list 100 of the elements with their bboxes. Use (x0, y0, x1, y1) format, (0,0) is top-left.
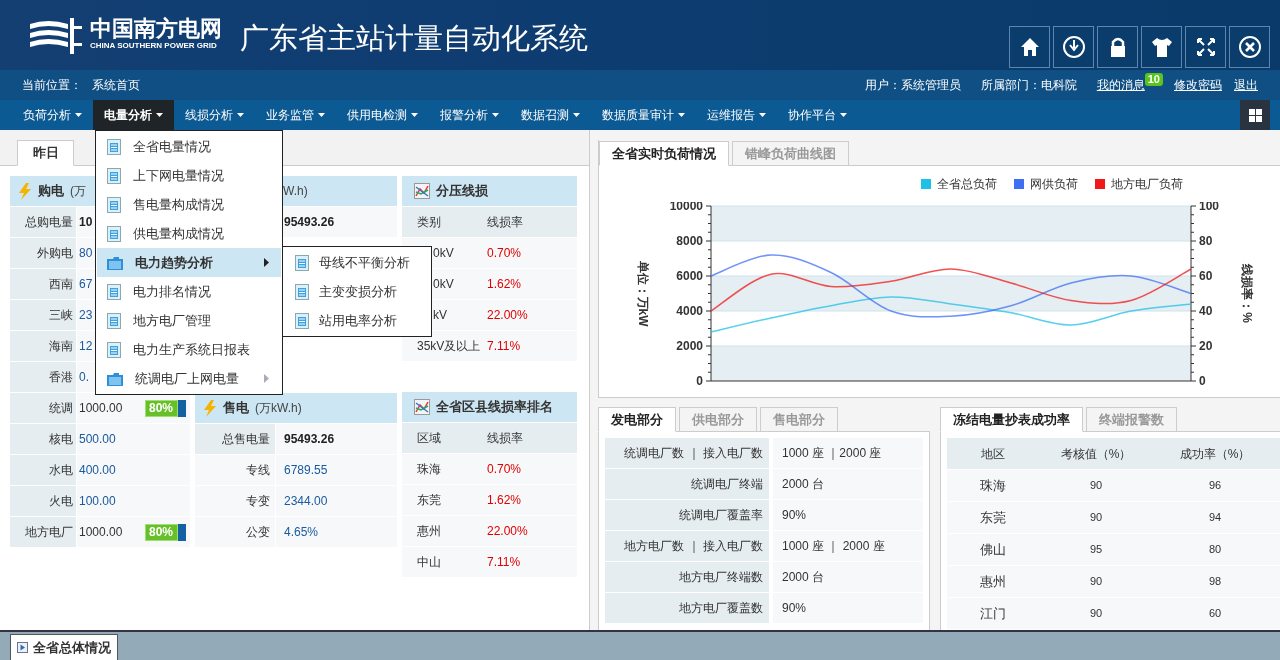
change-password-link[interactable]: 修改密码 (1174, 76, 1222, 94)
tab[interactable]: 全省实时负荷情况 (599, 141, 729, 166)
table-cell-text: 惠州 (416, 523, 442, 540)
tab[interactable]: 发电部分 (598, 407, 676, 432)
nav-tab[interactable]: 负荷分析 (12, 100, 93, 130)
legend-label: 全省总负荷 (937, 176, 997, 193)
label-cell: 统调电厂覆盖率 (605, 500, 769, 530)
label-cell: 火电 (10, 486, 76, 516)
menu-item[interactable]: 全省电量情况 (97, 132, 281, 161)
logo-subtitle: CHINA SOUTHERN POWER GRID (90, 41, 218, 51)
value-cell: 2000 台 (773, 562, 923, 592)
home-button[interactable] (1009, 26, 1050, 68)
column-header: 线损率 (487, 430, 523, 447)
axis-tick-label: 10000 (669, 202, 703, 213)
value-text: 4.65% (284, 524, 319, 541)
nav-tab[interactable]: 供用电检测 (336, 100, 429, 130)
table-cell-text: 中山 (416, 554, 442, 571)
logout-link[interactable]: 退出 (1234, 76, 1258, 94)
menu-item[interactable]: 售电量构成情况 (97, 190, 281, 219)
menu-item[interactable]: 供电量构成情况 (97, 219, 281, 248)
table-cell-text: 1.62% (487, 492, 522, 509)
close-icon (1236, 34, 1263, 60)
nav-tab[interactable]: 协作平台 (777, 100, 858, 130)
nav-tab[interactable]: 数据召测 (510, 100, 591, 130)
caret-icon (492, 113, 499, 117)
table-cell-text: 1.62% (487, 276, 522, 293)
menu-item[interactable]: 电力趋势分析 (97, 248, 281, 277)
expand-button[interactable] (1185, 26, 1226, 68)
menu-item[interactable]: 站用电率分析 (283, 306, 431, 335)
tab[interactable]: 冻结电量抄表成功率 (940, 407, 1083, 432)
logo-text: 中国南方电网 (90, 17, 222, 41)
menu-item[interactable]: 电力排名情况 (97, 277, 281, 306)
menu-item[interactable]: 主变变损分析 (283, 277, 431, 306)
value-text: 400.00 (79, 462, 116, 479)
label-cell: 水电 (10, 455, 76, 485)
caret-icon (573, 113, 580, 117)
nav-tab[interactable]: 线损分析 (174, 100, 255, 130)
messages-link[interactable]: 我的消息 (1096, 76, 1145, 94)
lock-button[interactable] (1097, 26, 1138, 68)
axis-tick-label: 0 (1199, 374, 1206, 388)
label-cell: 香港 (10, 362, 76, 392)
lightning-icon (203, 399, 217, 417)
breadcrumb-link[interactable]: 系统首页 (92, 76, 140, 94)
value-text: 95493.26 (284, 214, 335, 231)
nav-tab[interactable]: 业务监管 (255, 100, 336, 130)
axis-tick-label: 4000 (676, 304, 703, 318)
axis-tick-label: 40 (1199, 304, 1213, 318)
table-cell-text: 东莞 (416, 492, 442, 509)
bottom-tab[interactable]: 全省总体情况 (10, 634, 118, 660)
label-cell: 专线 (195, 455, 275, 485)
axis-tick-label: 100 (1199, 202, 1220, 213)
label-cell: 核电 (10, 424, 76, 454)
table-cell-text: 35kV及以上 (416, 338, 482, 355)
caret-icon (678, 113, 685, 117)
department: 所属部门：电科院 (980, 77, 1077, 94)
axis-tick-label: 0 (696, 374, 703, 388)
unit-label: (万kW.h) (255, 400, 302, 417)
nav-tab[interactable]: 运维报告 (696, 100, 777, 130)
menu-item[interactable]: 电力生产系统日报表 (97, 335, 281, 364)
chart-icon (414, 399, 430, 415)
document-icon (295, 254, 309, 271)
column-header: 区域 (416, 430, 442, 447)
axis-tick-label: 60 (1199, 269, 1213, 283)
value-cell: 1000 座 ｜2000 座 (773, 438, 923, 468)
nav-tab[interactable]: 报警分析 (429, 100, 510, 130)
menu-item[interactable]: 母线不平衡分析 (283, 248, 431, 277)
label-cell: 西南 (10, 269, 76, 299)
axis-tick-label: 80 (1199, 234, 1213, 248)
value-cell: 2000 台 (773, 469, 923, 499)
table-cell-text: 80 (1207, 542, 1223, 558)
shirt-button[interactable] (1141, 26, 1182, 68)
axis-tick-label: 2000 (676, 339, 703, 353)
table-cell-text: 珠海 (416, 461, 442, 478)
caret-icon (75, 113, 82, 117)
layout-button[interactable] (1240, 100, 1270, 130)
value-text: 12 (79, 338, 93, 355)
value-text: 6789.55 (284, 462, 328, 479)
table-cell-text: 0.70% (487, 245, 522, 262)
column-header: 考核值（%） (1059, 445, 1133, 463)
label-cell: 总售电量 (195, 424, 275, 454)
nav-tab[interactable]: 数据质量审计 (591, 100, 696, 130)
label-cell: 统调电厂终端 (605, 469, 769, 499)
table-cell-text: 惠州 (979, 572, 1007, 591)
label-cell: 外购电 (10, 238, 76, 268)
percent-label: 80% (149, 523, 174, 541)
table-cell-text: 佛山 (979, 540, 1007, 559)
card-title: 购电 (38, 182, 64, 201)
column-header: 地区 (980, 445, 1006, 463)
table-cell-text: 江门 (979, 604, 1007, 623)
table-cell-text: 7.11% (487, 338, 521, 355)
period-tab[interactable]: 昨日 (17, 140, 74, 166)
menu-item[interactable]: 地方电厂管理 (97, 306, 281, 335)
value-cell: 90% (773, 500, 923, 530)
table-cell-text: 90 (1088, 606, 1104, 622)
close-button[interactable] (1229, 26, 1270, 68)
menu-item[interactable]: 上下网电量情况 (97, 161, 281, 190)
logo-icon (28, 16, 84, 56)
nav-tab[interactable]: 电量分析 (93, 100, 174, 130)
value-text: 1000.00 (79, 400, 123, 417)
menu-item[interactable]: 统调电厂上网电量 (97, 364, 281, 393)
